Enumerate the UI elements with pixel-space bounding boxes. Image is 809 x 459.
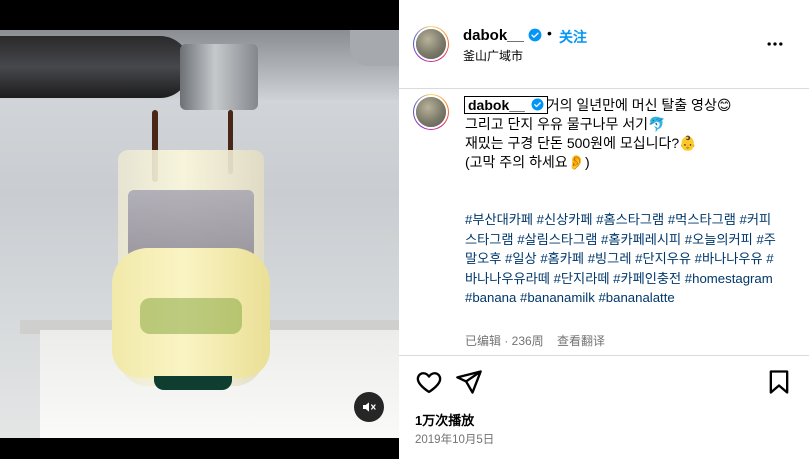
heart-icon[interactable] — [415, 368, 443, 396]
video-player[interactable] — [0, 0, 399, 459]
follow-button[interactable]: 关注 — [559, 27, 587, 47]
avatar[interactable] — [413, 26, 449, 62]
speaker-muted-icon — [363, 402, 376, 412]
username-link[interactable]: dabok__ — [463, 27, 524, 44]
bookmark-icon[interactable] — [765, 368, 793, 396]
avatar-image — [416, 29, 446, 59]
banana-milk-cup — [112, 150, 270, 390]
post-side-panel: dabok__ • 关注 釜山广域市 dabok__ 거의 일년만에 머신 탈출… — [399, 0, 809, 459]
caption-avatar[interactable] — [413, 94, 449, 130]
caption-line: dabok__ 거의 일년만에 머신 탈출 영상😊 — [464, 96, 795, 115]
portafilter — [180, 44, 258, 110]
hashtag-list[interactable]: #부산대카페 #신상카페 #홈스타그램 #먹스타그램 #커피스타그램 #살림스타… — [465, 210, 779, 308]
verified-badge-icon — [528, 28, 542, 42]
edited-timestamp: 已编辑 · 236周 — [465, 334, 544, 348]
mute-button[interactable] — [354, 392, 384, 422]
paper-plane-icon[interactable] — [455, 368, 483, 396]
caption-text-line-4: (고막 주의 하세요👂) — [465, 154, 590, 170]
post-meta: 已编辑 · 236周 查看翻译 — [465, 332, 605, 349]
caption-text-line-3: 재밌는 구경 단돈 500원에 모십니다?👶 — [465, 135, 697, 151]
more-options-icon[interactable] — [765, 34, 785, 54]
play-count: 1万次播放 — [415, 413, 475, 428]
caption-text-line-2: 그리고 단지 우유 물구나무 서기🐬 — [465, 116, 666, 132]
verified-badge-icon — [531, 98, 544, 111]
caption-text-line-1: 거의 일년만에 머신 탈출 영상😊 — [546, 97, 732, 113]
translate-link[interactable]: 查看翻译 — [557, 334, 605, 348]
location-link[interactable]: 釜山广域市 — [463, 47, 523, 64]
cup-label — [140, 298, 242, 334]
caption-username[interactable]: dabok__ — [464, 96, 548, 114]
post-viewer: dabok__ • 关注 釜山广域市 dabok__ 거의 일년만에 머신 탈출… — [0, 0, 809, 459]
steam-pipe — [350, 30, 399, 66]
post-caption: dabok__ 거의 일년만에 머신 탈출 영상😊 그리고 단지 우유 물구나무… — [464, 96, 795, 172]
caption-username-text: dabok__ — [468, 97, 525, 113]
separator-dot: • — [547, 25, 552, 41]
action-bar — [399, 355, 809, 408]
portafilter-handle — [0, 36, 190, 98]
avatar-image — [416, 97, 446, 127]
post-date[interactable]: 2019年10月5日 — [415, 431, 494, 447]
post-header: dabok__ • 关注 釜山广域市 — [399, 0, 809, 89]
cup-base — [154, 376, 232, 390]
video-frame[interactable] — [0, 30, 399, 438]
